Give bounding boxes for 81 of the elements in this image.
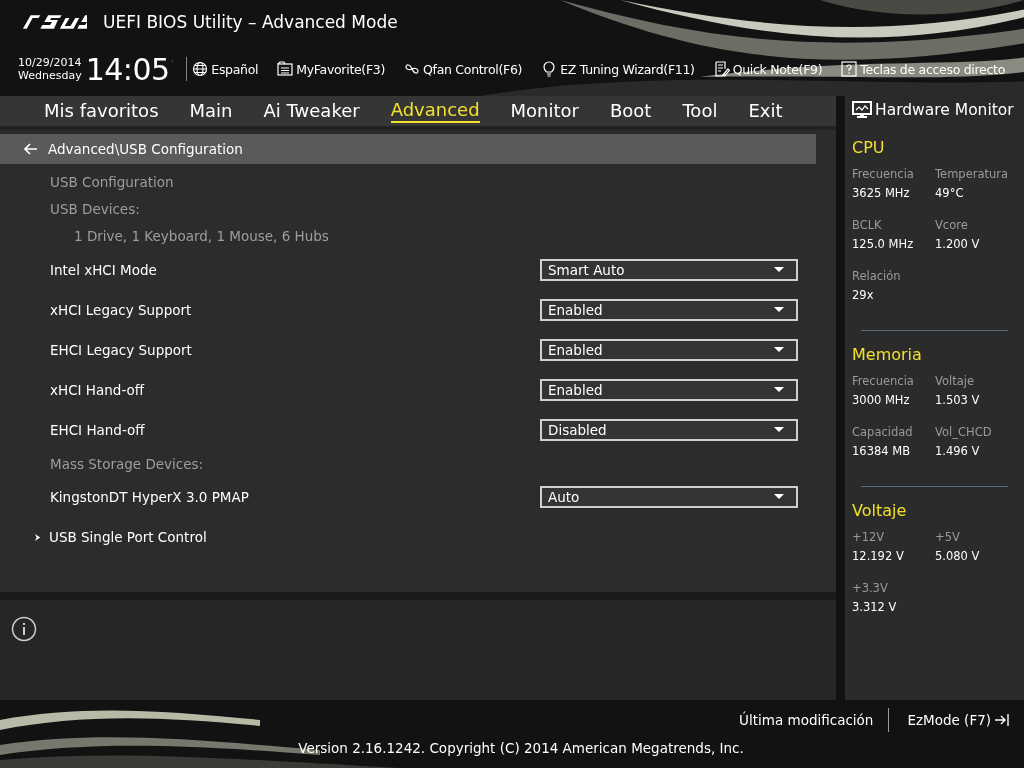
exit-icon[interactable] <box>994 713 1010 727</box>
reading-value: 1.503 V <box>935 393 981 407</box>
menu-tab[interactable]: Advanced <box>390 99 480 123</box>
reading-value: 125.0 MHz <box>852 237 915 251</box>
reading-label: Temperatura <box>935 167 1010 181</box>
info-icon <box>11 616 37 642</box>
reading-value: 1.496 V <box>935 444 981 458</box>
lightbulb-icon <box>541 61 558 77</box>
list-icon <box>277 61 294 77</box>
setting-label: xHCI Legacy Support <box>50 302 192 318</box>
caret-icon <box>774 267 784 273</box>
menu-tab[interactable]: Main <box>189 100 233 122</box>
reading-label: +5V <box>935 530 961 544</box>
reading-value: 1.200 V <box>935 237 981 251</box>
section-label: USB Configuration <box>50 173 174 190</box>
caret-icon <box>774 494 784 500</box>
toolbar-link[interactable]: MyFavorite(F3) <box>296 61 386 77</box>
date-text: 10/29/2014 <box>18 56 82 69</box>
dropdown[interactable]: Smart Auto <box>540 259 798 281</box>
reading-label: Relación <box>852 269 902 283</box>
menu-tab[interactable]: Exit <box>748 100 783 122</box>
copyright-text: Version 2.16.1242. Copyright (C) 2014 American Megatrends, Inc. <box>297 740 745 756</box>
dropdown[interactable]: Enabled <box>540 299 798 321</box>
toolbar-link[interactable]: Español <box>211 61 259 77</box>
monitor-icon <box>852 101 872 119</box>
setting-label: KingstonDT HyperX 3.0 PMAP <box>50 489 249 505</box>
reading-value: 12.192 V <box>852 549 905 563</box>
dropdown[interactable]: Auto <box>540 486 798 508</box>
section-label: USB Devices: <box>50 200 140 217</box>
info-text: 1 Drive, 1 Keyboard, 1 Mouse, 6 Hubs <box>74 228 329 244</box>
dropdown[interactable]: Enabled <box>540 379 798 401</box>
toolbar-link[interactable]: Qfan Control(F6) <box>423 61 523 77</box>
ezmode-link[interactable]: EzMode (F7) <box>907 712 991 728</box>
section-title: CPU <box>852 138 886 157</box>
reading-label: Frecuencia <box>852 374 915 388</box>
window-title: UEFI BIOS Utility – Advanced Mode <box>103 12 398 32</box>
weekday-text: Wednesday <box>18 69 82 82</box>
reading-value: 49°C <box>935 186 965 200</box>
menu-tab[interactable]: Ai Tweaker <box>263 100 360 122</box>
clock-time: 14:05 <box>85 51 170 87</box>
setting-label: EHCI Hand-off <box>50 422 145 438</box>
reading-value: 29x <box>852 288 875 302</box>
reading-label: BCLK <box>852 218 883 232</box>
globe-icon <box>192 61 209 77</box>
caret-icon <box>774 307 784 313</box>
reading-value: 3000 MHz <box>852 393 911 407</box>
toolbar-link[interactable]: EZ Tuning Wizard(F11) <box>560 61 695 77</box>
menu-tab[interactable]: Boot <box>610 100 652 122</box>
reading-label: +3.3V <box>852 581 889 595</box>
setting-label: EHCI Legacy Support <box>50 342 192 358</box>
menu-tab[interactable]: Tool <box>682 100 718 122</box>
reading-label: +12V <box>852 530 886 544</box>
help-icon <box>841 61 858 77</box>
reading-label: Voltaje <box>935 374 976 388</box>
reading-label: Capacidad <box>852 425 914 439</box>
section-title: Voltaje <box>852 501 908 520</box>
setting-label: xHCI Hand-off <box>50 382 145 398</box>
reading-label: Vol_CHCD <box>935 425 993 439</box>
last-modified-link[interactable]: Última modificación <box>739 712 874 728</box>
dropdown[interactable]: Disabled <box>540 419 798 441</box>
reading-label: Frecuencia <box>852 167 915 181</box>
reading-value: 5.080 V <box>935 549 981 563</box>
caret-icon <box>774 427 784 433</box>
chevron-icon <box>34 532 41 542</box>
back-arrow-icon[interactable] <box>24 143 38 155</box>
caret-icon <box>774 387 784 393</box>
section-label: Mass Storage Devices: <box>50 455 204 472</box>
reading-value: 3625 MHz <box>852 186 911 200</box>
panel-title: Hardware Monitor <box>875 101 1014 119</box>
caret-icon <box>774 347 784 353</box>
reading-value: 16384 MB <box>852 444 912 458</box>
reading-label: Vcore <box>935 218 969 232</box>
reading-value: 3.312 V <box>852 600 898 614</box>
dropdown[interactable]: Enabled <box>540 339 798 361</box>
section-title: Memoria <box>852 345 923 364</box>
setting-label: Intel xHCI Mode <box>50 262 157 278</box>
menu-tab[interactable]: Monitor <box>510 100 579 122</box>
menu-tab[interactable]: Mis favoritos <box>44 100 159 122</box>
submenu-link[interactable]: USB Single Port Control <box>49 529 207 545</box>
note-icon <box>713 61 730 77</box>
breadcrumb-bar[interactable]: Advanced\USB Configuration <box>0 134 816 164</box>
